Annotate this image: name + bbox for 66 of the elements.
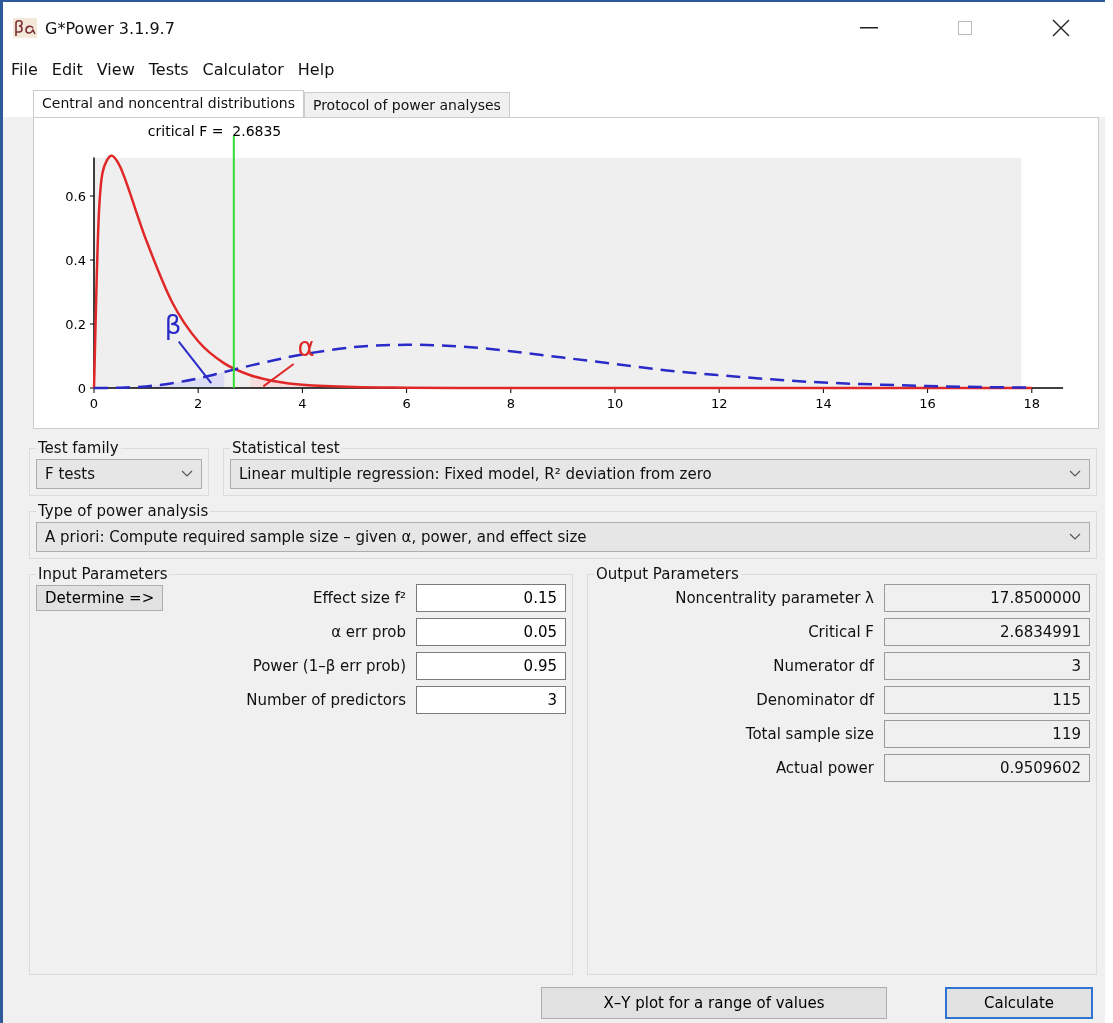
parameter-label: Actual power bbox=[774, 759, 874, 777]
maximize-icon bbox=[958, 21, 972, 35]
group-label: Type of power analysis bbox=[37, 502, 210, 520]
analysis-type-dropdown[interactable]: A priori: Compute required sample size – given α, power, and effect size bbox=[36, 522, 1090, 552]
output-field: 119 bbox=[884, 720, 1090, 748]
xy-plot-button[interactable]: X–Y plot for a range of values bbox=[541, 987, 887, 1019]
test-family-dropdown[interactable]: F tests bbox=[36, 459, 202, 489]
parameter-input[interactable]: 3 bbox=[416, 686, 566, 714]
greek-label: β bbox=[164, 309, 182, 340]
x-tick-label: 8 bbox=[506, 396, 515, 411]
output-field: 17.8500000 bbox=[884, 584, 1090, 612]
output-field: 0.9509602 bbox=[884, 754, 1090, 782]
parameter-label: α err prob bbox=[330, 623, 406, 641]
app-logo-icon bbox=[13, 18, 37, 38]
group-label: Test family bbox=[37, 439, 120, 457]
parameter-label: Critical F bbox=[807, 623, 874, 641]
menu-item[interactable]: Calculator bbox=[202, 59, 284, 79]
menu-item[interactable]: Help bbox=[297, 59, 335, 79]
x-tick-label: 14 bbox=[815, 396, 832, 411]
critical-value-label: critical F = 2.6835 bbox=[147, 123, 282, 139]
menu-item[interactable]: View bbox=[96, 59, 135, 79]
parameter-input[interactable]: 0.95 bbox=[416, 652, 566, 680]
close-icon bbox=[1052, 19, 1070, 37]
x-tick-label: 2 bbox=[194, 396, 203, 411]
leader-line bbox=[177, 340, 213, 385]
menu-item[interactable]: Edit bbox=[51, 59, 83, 79]
calculate-button[interactable]: Calculate bbox=[945, 987, 1093, 1019]
output-field: 2.6834991 bbox=[884, 618, 1090, 646]
parameter-label: Numerator df bbox=[772, 657, 874, 675]
x-tick-label: 10 bbox=[606, 396, 624, 411]
parameter-label: Denominator df bbox=[755, 691, 874, 709]
window-title: G*Power 3.1.9.7 bbox=[45, 18, 176, 38]
chevron-down-icon bbox=[1069, 470, 1081, 478]
y-tick-label: 0.4 bbox=[65, 253, 86, 268]
parameter-label: Noncentrality parameter λ bbox=[674, 589, 874, 607]
tab[interactable]: Protocol of power analyses bbox=[303, 92, 510, 117]
x-tick-label: 6 bbox=[402, 396, 411, 411]
y-tick-label: 0.2 bbox=[65, 317, 86, 332]
parameter-label: Number of predictors bbox=[245, 691, 406, 709]
x-tick-label: 4 bbox=[298, 396, 307, 411]
parameter-label: Power (1–β err prob) bbox=[251, 657, 406, 675]
statistical-test-dropdown[interactable]: Linear multiple regression: Fixed model, R² deviation from zero bbox=[230, 459, 1090, 489]
parameter-label: Total sample size bbox=[744, 725, 874, 743]
x-tick-label: 12 bbox=[710, 396, 728, 411]
parameter-input[interactable]: 0.05 bbox=[416, 618, 566, 646]
menu-item[interactable]: Tests bbox=[148, 59, 189, 79]
group-label: Statistical test bbox=[231, 439, 341, 457]
y-tick-label: 0.6 bbox=[65, 189, 86, 204]
parameter-label: Effect size f² bbox=[311, 589, 406, 607]
y-tick-label: 0 bbox=[77, 381, 86, 396]
tab[interactable]: Central and noncentral distributions bbox=[33, 90, 304, 117]
output-field: 3 bbox=[884, 652, 1090, 680]
output-field: 115 bbox=[884, 686, 1090, 714]
parameter-input[interactable]: 0.15 bbox=[416, 584, 566, 612]
group-label: Input Parameters bbox=[37, 565, 169, 583]
greek-label: α bbox=[297, 332, 315, 362]
x-tick-label: 0 bbox=[89, 396, 99, 411]
minimize-icon bbox=[860, 27, 878, 29]
menu-item[interactable]: File bbox=[11, 59, 38, 79]
chevron-down-icon bbox=[181, 470, 193, 478]
x-tick-label: 18 bbox=[1023, 396, 1041, 411]
determine-button[interactable]: Determine => bbox=[36, 585, 164, 611]
leader-line bbox=[262, 363, 295, 388]
chevron-down-icon bbox=[1069, 533, 1081, 541]
group-label: Output Parameters bbox=[595, 565, 740, 583]
x-tick-label: 16 bbox=[919, 396, 936, 411]
